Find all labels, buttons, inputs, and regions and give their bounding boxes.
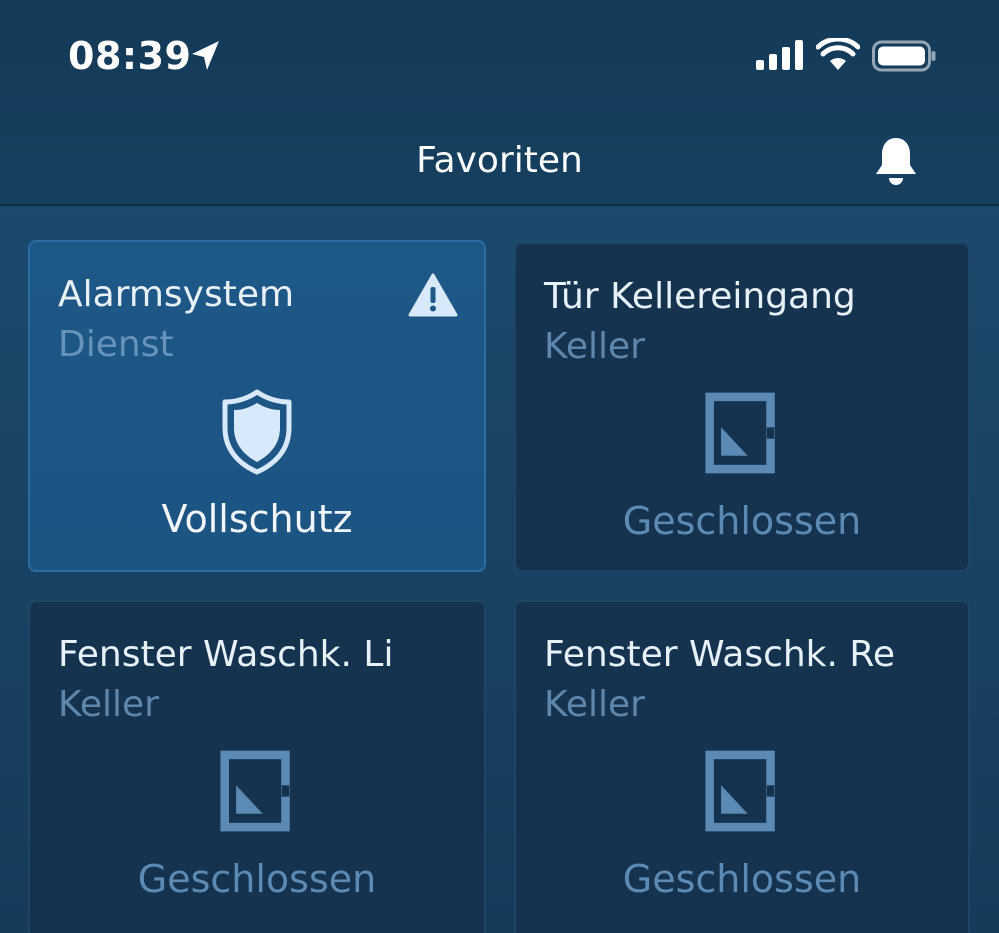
tile-subtitle: Dienst <box>58 324 174 365</box>
status-time: 08:39 <box>68 34 192 78</box>
tile-alarmsystem[interactable]: Alarmsystem Dienst Vollschutz <box>28 240 486 572</box>
tile-subtitle: Keller <box>58 684 159 725</box>
cellular-signal-icon <box>756 40 803 70</box>
tile-title: Fenster Waschk. Li <box>58 634 394 675</box>
bell-icon[interactable] <box>872 134 920 188</box>
window-closed-icon <box>220 750 290 832</box>
warning-icon <box>408 273 458 317</box>
location-arrow-icon <box>192 41 219 70</box>
tile-status: Geschlossen <box>137 857 377 901</box>
top-bar: 08:39 Favoriten <box>0 0 999 206</box>
battery-icon <box>872 40 936 72</box>
tile-tuer-kellereingang[interactable]: Tür Kellereingang Keller Geschlossen <box>514 242 970 572</box>
tile-title: Tür Kellereingang <box>544 276 856 317</box>
window-closed-icon <box>705 750 775 832</box>
door-closed-icon <box>705 392 775 474</box>
page-title: Favoriten <box>416 140 583 181</box>
tile-status: Vollschutz <box>161 497 353 541</box>
tile-title: Fenster Waschk. Re <box>544 634 895 675</box>
tile-fenster-waschk-li[interactable]: Fenster Waschk. Li Keller Geschlossen <box>28 600 486 933</box>
wifi-icon <box>816 38 860 70</box>
tile-subtitle: Keller <box>544 684 645 725</box>
tile-status: Geschlossen <box>622 499 862 543</box>
tile-subtitle: Keller <box>544 326 645 367</box>
tile-status: Geschlossen <box>622 857 862 901</box>
shield-icon <box>222 389 292 475</box>
tile-fenster-waschk-re[interactable]: Fenster Waschk. Re Keller Geschlossen <box>514 600 970 933</box>
tile-title: Alarmsystem <box>58 274 295 315</box>
